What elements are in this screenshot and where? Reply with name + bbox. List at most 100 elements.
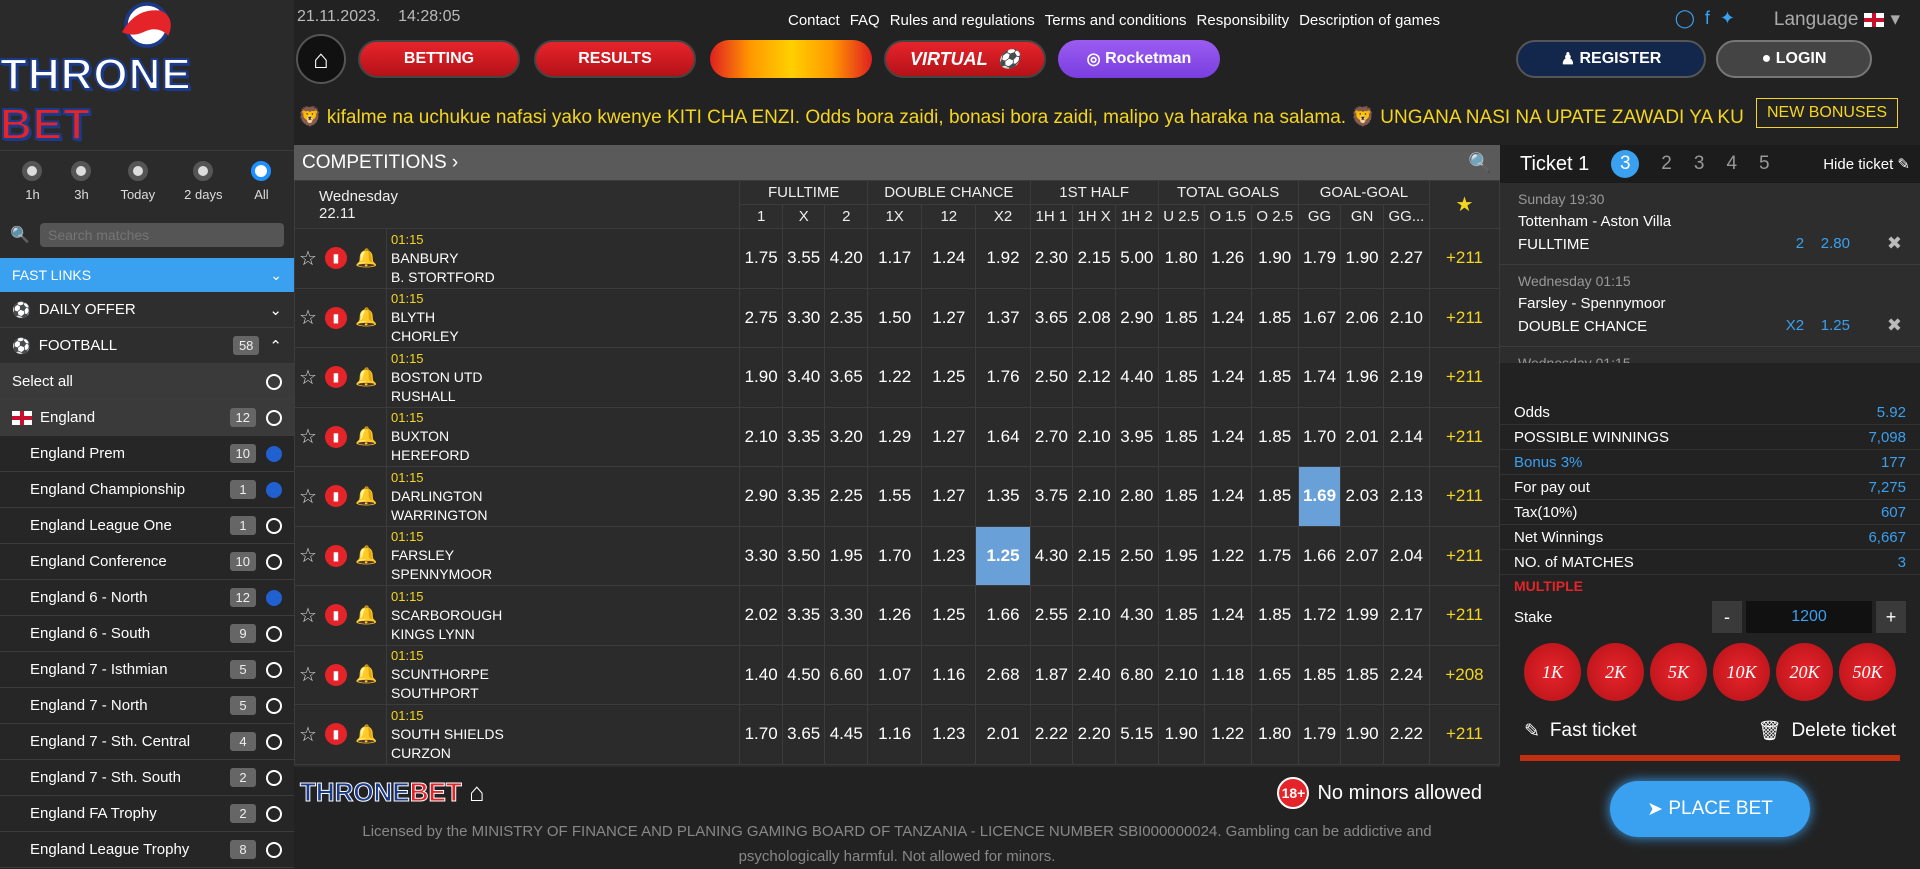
odd-cell[interactable]: 3.35 <box>781 466 826 527</box>
more-markets[interactable]: +211 <box>1429 525 1500 586</box>
odd-cell[interactable]: 1.69 <box>1297 466 1342 527</box>
odd-cell[interactable]: 3.50 <box>781 525 826 586</box>
new-bonuses-button[interactable]: NEW BONUSES <box>1755 98 1898 128</box>
league-item[interactable]: England 6 - South 9 <box>0 616 294 652</box>
odd-cell[interactable]: 2.17 <box>1382 585 1431 646</box>
login-button[interactable]: ● LOGIN <box>1716 40 1872 78</box>
odd-cell[interactable]: 2.14 <box>1382 406 1431 467</box>
odd-cell[interactable]: 2.90 <box>1115 287 1159 348</box>
delete-ticket-button[interactable]: 🗑 Delete ticket <box>1757 719 1896 743</box>
odd-cell[interactable]: 1.85 <box>1157 585 1205 646</box>
odd-cell[interactable]: 1.96 <box>1340 347 1384 408</box>
odd-cell[interactable]: 3.95 <box>1115 406 1159 467</box>
odd-cell[interactable]: 2.04 <box>1382 525 1431 586</box>
match-teams[interactable]: 01:15 SCARBOROUGH KINGS LYNN <box>385 585 741 646</box>
odd-cell[interactable]: 1.64 <box>975 406 1031 467</box>
more-markets[interactable]: +211 <box>1429 228 1500 289</box>
odd-cell[interactable]: 3.30 <box>781 287 826 348</box>
daily-offer[interactable]: ⚽ DAILY OFFER ⌄ <box>0 292 294 328</box>
odd-cell[interactable]: 1.92 <box>975 228 1031 289</box>
odd-cell[interactable]: 1.50 <box>867 287 923 348</box>
odd-cell[interactable]: 2.10 <box>1072 466 1117 527</box>
betting-button[interactable]: BETTING <box>358 40 520 78</box>
odd-cell[interactable]: 1.26 <box>867 585 923 646</box>
odd-cell[interactable]: 1.95 <box>1157 525 1205 586</box>
match-teams[interactable]: 01:15 SOUTH SHIELDS CURZON <box>385 704 741 765</box>
close-icon[interactable]: ✖ <box>1887 315 1902 336</box>
more-markets[interactable]: +211 <box>1429 347 1500 408</box>
odd-cell[interactable]: 1.70 <box>867 525 923 586</box>
odd-cell[interactable]: 3.40 <box>781 347 826 408</box>
odd-cell[interactable]: 1.17 <box>867 228 923 289</box>
stake-minus-button[interactable]: - <box>1712 601 1742 633</box>
odd-cell[interactable]: 1.16 <box>921 644 977 705</box>
odd-cell[interactable]: 3.30 <box>739 525 783 586</box>
league-radio[interactable] <box>266 769 282 786</box>
stats-icon[interactable]: ▮ <box>324 723 347 746</box>
league-radio[interactable] <box>266 697 282 714</box>
filter-2days[interactable]: 2 days <box>184 161 222 212</box>
link-description[interactable]: Description of games <box>1299 12 1440 29</box>
odd-cell[interactable]: 2.01 <box>975 704 1031 765</box>
bell-icon[interactable]: 🔔 <box>355 664 377 685</box>
stats-icon[interactable]: ▮ <box>324 425 347 448</box>
language-selector[interactable]: Language ▾ <box>1774 8 1900 31</box>
league-item[interactable]: England 7 - Isthmian 5 <box>0 652 294 688</box>
odd-cell[interactable]: 1.85 <box>1250 585 1299 646</box>
country-england[interactable]: England 12 <box>0 400 294 436</box>
more-markets[interactable]: +208 <box>1429 644 1500 705</box>
odd-cell[interactable]: 1.85 <box>1157 466 1205 527</box>
odd-cell[interactable]: 1.24 <box>1203 585 1252 646</box>
odd-cell[interactable]: 1.18 <box>1203 644 1252 705</box>
odd-cell[interactable]: 1.66 <box>1297 525 1342 586</box>
odd-cell[interactable]: 1.75 <box>1250 525 1299 586</box>
odd-cell[interactable]: 1.85 <box>1157 406 1205 467</box>
match-teams[interactable]: 01:15 BANBURY B. STORTFORD <box>385 228 741 289</box>
football-category[interactable]: ⚽ FOOTBALL 58 ⌃ <box>0 328 294 364</box>
odd-cell[interactable]: 1.24 <box>1203 466 1252 527</box>
more-markets[interactable]: +211 <box>1429 466 1500 527</box>
facebook-icon[interactable]: f <box>1705 8 1710 29</box>
odd-cell[interactable]: 1.75 <box>739 228 783 289</box>
more-markets[interactable]: +211 <box>1429 704 1500 765</box>
odd-cell[interactable]: 4.30 <box>1029 525 1074 586</box>
odd-cell[interactable]: 2.15 <box>1072 525 1117 586</box>
bell-icon[interactable]: 🔔 <box>355 307 377 328</box>
league-item[interactable]: England 7 - North 5 <box>0 688 294 724</box>
odd-cell[interactable]: 1.27 <box>921 406 977 467</box>
bell-icon[interactable]: 🔔 <box>355 545 377 566</box>
results-button[interactable]: RESULTS <box>534 40 696 78</box>
odd-cell[interactable]: 2.19 <box>1382 347 1431 408</box>
odd-cell[interactable]: 2.80 <box>1115 466 1159 527</box>
odd-cell[interactable]: 1.95 <box>824 525 869 586</box>
odd-cell[interactable]: 3.75 <box>1029 466 1074 527</box>
league-radio[interactable] <box>266 625 282 642</box>
odd-cell[interactable]: 1.90 <box>1340 704 1384 765</box>
odd-cell[interactable]: 1.85 <box>1157 287 1205 348</box>
ticket-tab-2[interactable]: 2 <box>1661 153 1672 175</box>
link-rules[interactable]: Rules and regulations <box>890 12 1035 29</box>
odd-cell[interactable]: 1.22 <box>1203 704 1252 765</box>
league-item[interactable]: England 7 - Sth. Central 4 <box>0 724 294 760</box>
odd-cell[interactable]: 2.24 <box>1382 644 1431 705</box>
odd-cell[interactable]: 1.85 <box>1250 347 1299 408</box>
filter-today[interactable]: Today <box>120 161 155 212</box>
filter-1h[interactable]: 1h <box>22 161 43 212</box>
odd-cell[interactable]: 2.10 <box>739 406 783 467</box>
stats-icon[interactable]: ▮ <box>324 247 347 270</box>
ticket-tab-3[interactable]: 3 <box>1694 153 1705 175</box>
odd-cell[interactable]: 1.85 <box>1340 644 1384 705</box>
competitions-bar[interactable]: COMPETITIONS › 🔍 <box>294 145 1500 180</box>
league-radio[interactable] <box>266 589 282 606</box>
star-icon[interactable]: ☆ <box>299 484 317 509</box>
odd-cell[interactable]: 2.55 <box>1029 585 1074 646</box>
bell-icon[interactable]: 🔔 <box>355 486 377 507</box>
odd-cell[interactable]: 2.06 <box>1340 287 1384 348</box>
odd-cell[interactable]: 4.45 <box>824 704 869 765</box>
star-icon[interactable]: ☆ <box>299 603 317 628</box>
search-icon[interactable]: 🔍 <box>1468 151 1492 175</box>
ticket-tab-4[interactable]: 4 <box>1726 153 1737 175</box>
odd-cell[interactable]: 6.60 <box>824 644 869 705</box>
odd-cell[interactable]: 1.85 <box>1250 287 1299 348</box>
odd-cell[interactable]: 1.90 <box>739 347 783 408</box>
